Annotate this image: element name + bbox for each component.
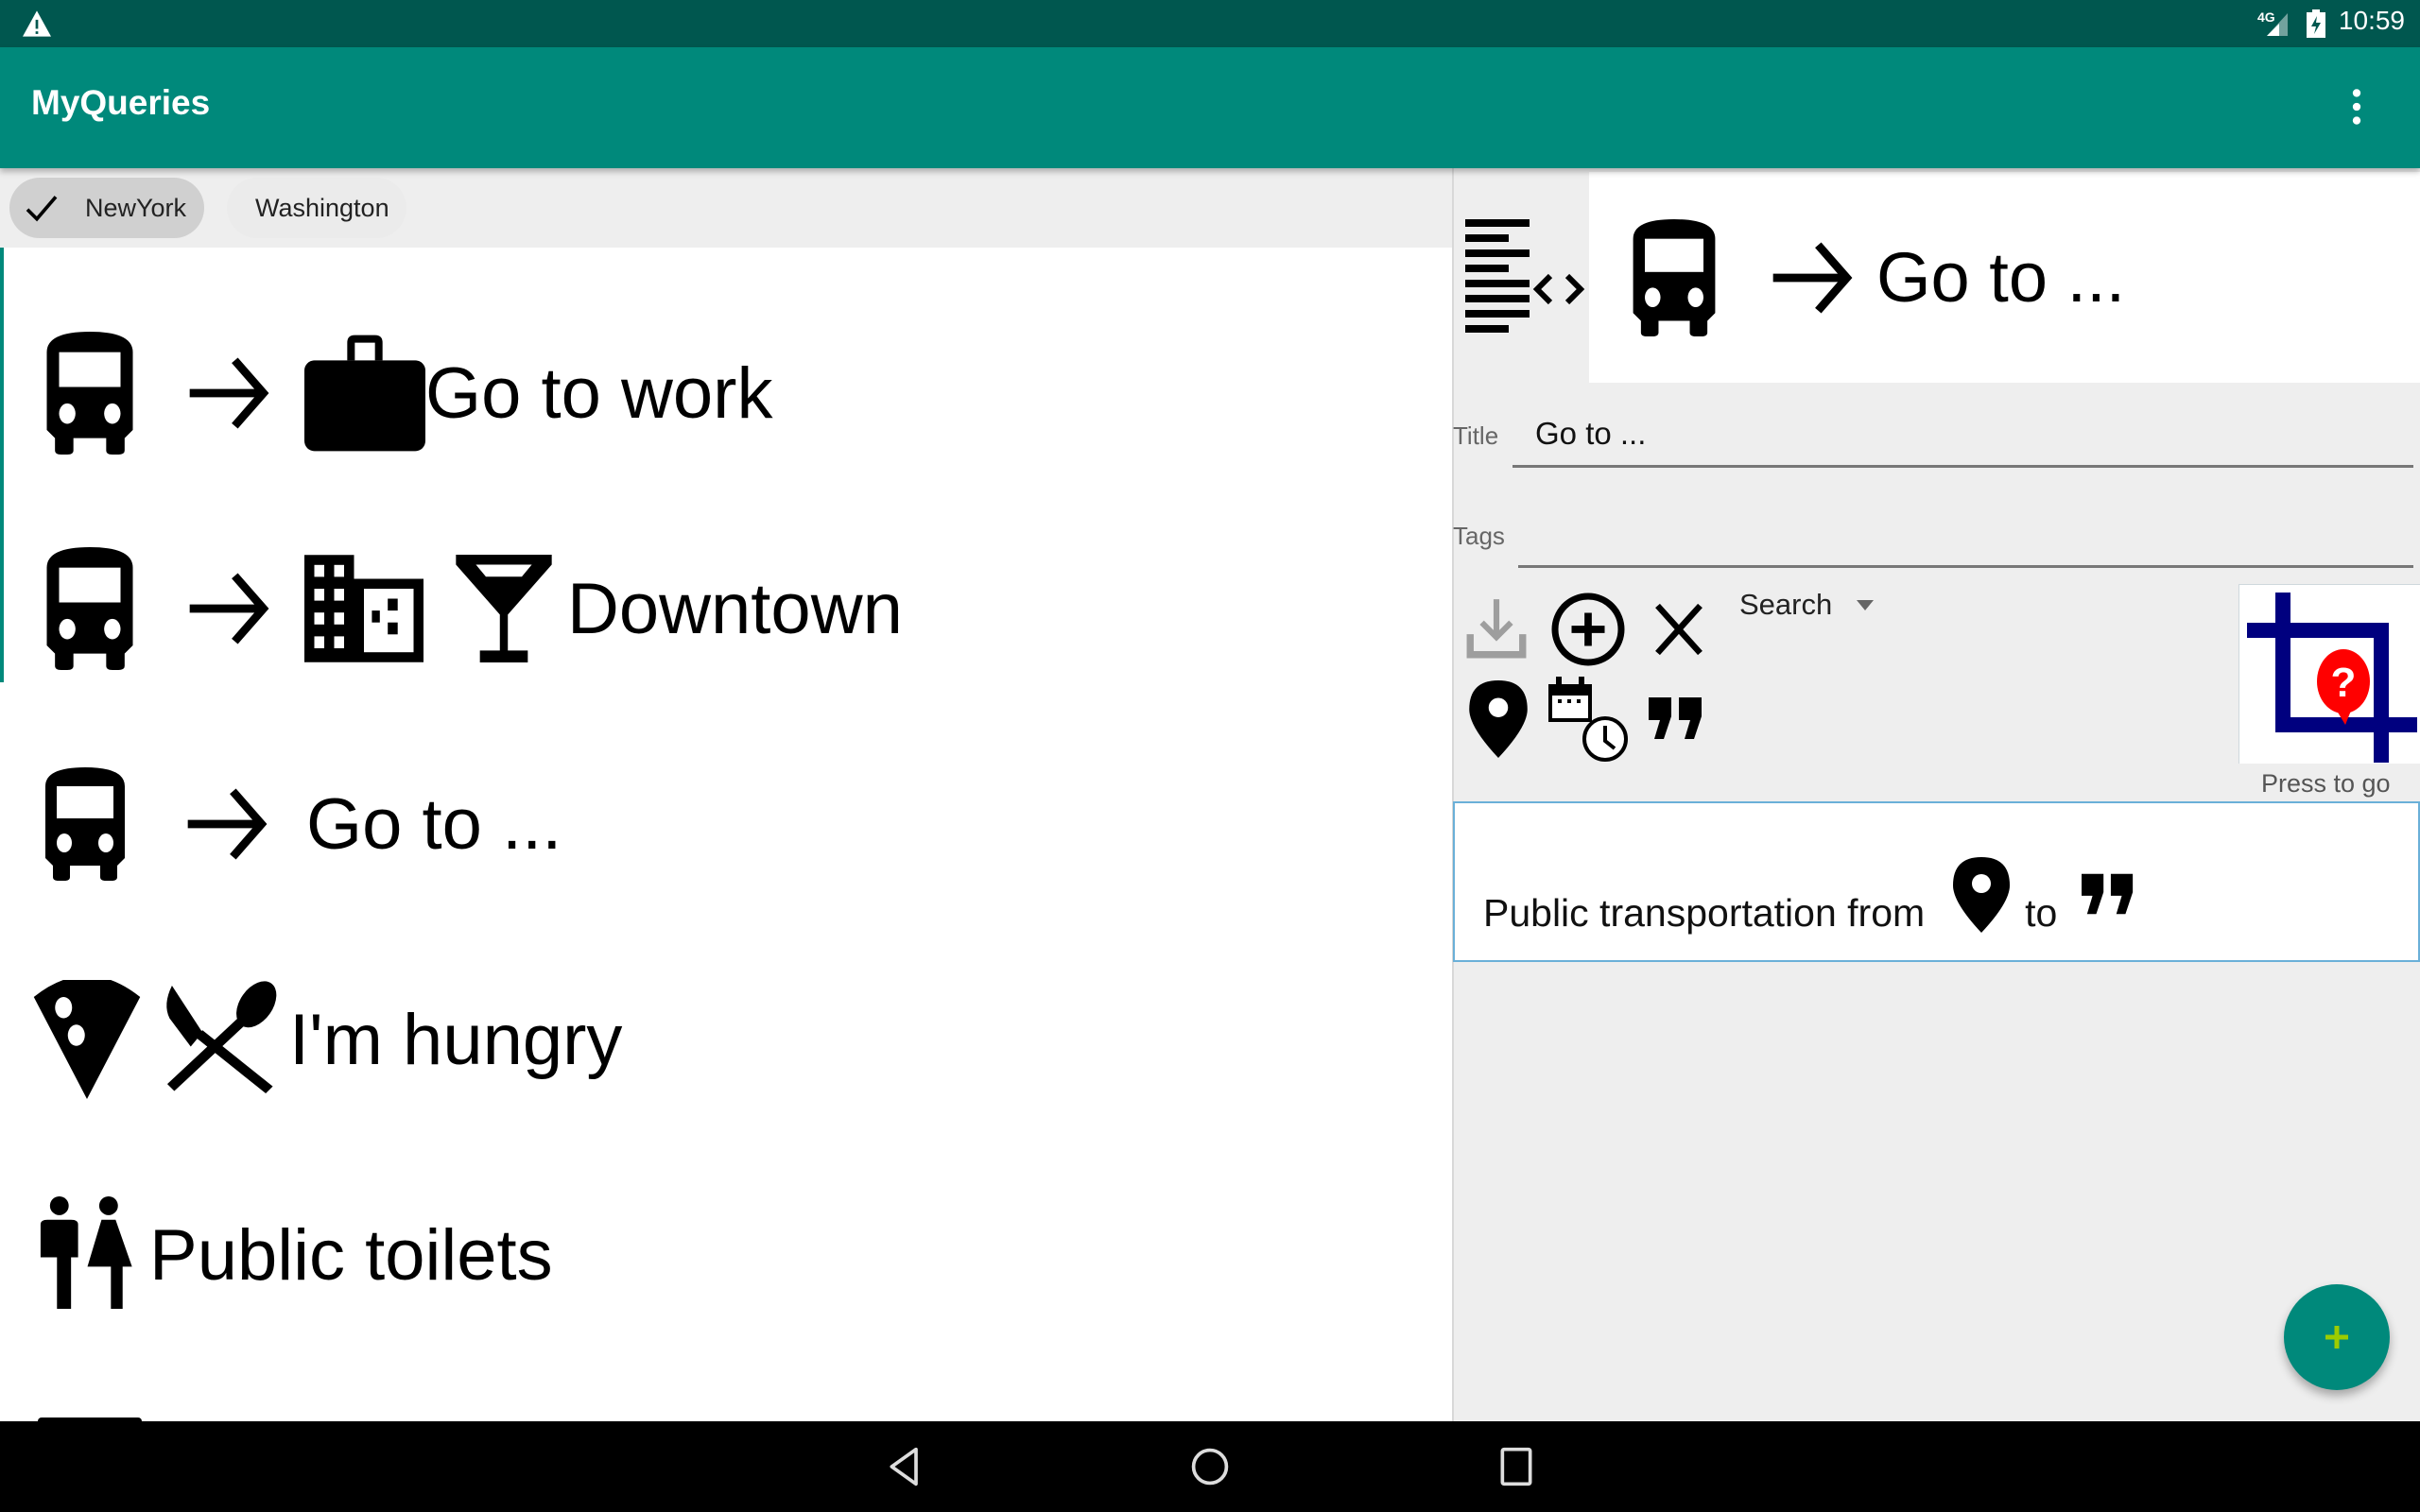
title-label: Title [1453, 421, 1499, 450]
image-button-caption: Press to go [2261, 769, 2391, 798]
query-item-go-to-work[interactable]: Go to work [0, 285, 1452, 501]
city-filter-chips: NewYork Washington [0, 168, 1452, 248]
tags-input[interactable] [1518, 510, 2413, 563]
result-text-before: Public transportation from [1483, 891, 1926, 935]
system-nav-bar [0, 1421, 2420, 1512]
query-title: Public toilets [149, 1214, 553, 1296]
go-image-button[interactable]: ? [2238, 584, 2420, 764]
more-vert-icon[interactable] [2333, 83, 2380, 130]
chip-washington[interactable]: Washington [227, 178, 406, 238]
pizza-slice-icon [33, 980, 141, 1099]
dropdown-arrow-icon [1857, 599, 1875, 610]
query-preview: Go to ... [1589, 172, 2420, 383]
title-input[interactable]: Go to ... [1535, 416, 1646, 452]
arrow-right-icon [187, 788, 268, 860]
city-buildings-icon [304, 555, 424, 662]
calendar-clock-icon[interactable] [1547, 677, 1634, 764]
query-item-toilets[interactable]: Public toilets [0, 1147, 1452, 1363]
signal-icon [2267, 13, 2288, 36]
arrow-right-icon [1772, 241, 1853, 314]
knife-spoon-icon [166, 981, 277, 1094]
quote-icon[interactable] [1649, 697, 1705, 739]
status-bar: 4G 10:59 [0, 0, 2420, 47]
title-input-underline [1512, 465, 2413, 468]
bus-icon [46, 332, 133, 455]
code-view-icon[interactable] [1461, 215, 1588, 336]
cocktail-icon [456, 555, 552, 662]
check-icon [26, 196, 58, 222]
query-item-hungry[interactable]: I'm hungry [0, 932, 1452, 1147]
tags-input-underline [1518, 565, 2413, 568]
home-icon[interactable] [1189, 1446, 1231, 1487]
quote-icon[interactable] [2082, 873, 2136, 915]
arrow-right-icon [189, 573, 269, 644]
plus-icon [2325, 1326, 2348, 1349]
warning-triangle-icon [23, 10, 51, 37]
crop-help-icon: ? [2247, 593, 2417, 763]
preview-title: Go to ... [1876, 238, 2126, 317]
back-icon[interactable] [885, 1446, 926, 1487]
selection-indicator [0, 248, 4, 682]
briefcase-icon [304, 335, 425, 452]
query-title: Downtown [567, 568, 903, 649]
add-circle-icon[interactable] [1548, 590, 1628, 669]
query-title: Go to work [425, 352, 773, 434]
dropdown-value: Search [1739, 588, 1833, 621]
clock: 10:59 [2338, 6, 2405, 35]
location-pin-icon[interactable] [1953, 856, 2011, 934]
chip-newyork[interactable]: NewYork [9, 178, 204, 238]
svg-text:?: ? [2331, 660, 2357, 706]
toilets-man-woman-icon [40, 1196, 132, 1310]
result-text-middle: to [2025, 891, 2058, 935]
arrow-right-icon [189, 357, 269, 429]
battery-charging-icon [2307, 9, 2325, 38]
app-bar [0, 47, 2420, 168]
add-query-fab[interactable] [2284, 1284, 2390, 1390]
close-icon[interactable] [1649, 601, 1709, 658]
query-item-downtown[interactable]: Downtown [0, 501, 1452, 716]
app-title: MyQueries [31, 83, 211, 122]
query-title: I'm hungry [289, 999, 623, 1080]
download-icon[interactable] [1461, 593, 1531, 663]
query-result-sentence: Public transportation from to [1453, 801, 2420, 962]
query-list: Go to work Downtown Go to ... I'm hungry… [0, 248, 1452, 1421]
bus-icon [45, 767, 125, 881]
chip-label: NewYork [85, 193, 187, 222]
query-item-go-to[interactable]: Go to ... [0, 716, 1452, 932]
location-pin-icon[interactable] [1469, 680, 1528, 758]
search-type-dropdown[interactable]: Search [1739, 588, 1875, 622]
chip-label: Washington [255, 193, 389, 222]
bus-icon [1633, 218, 1716, 336]
query-title: Go to ... [306, 783, 562, 865]
recents-icon[interactable] [1497, 1446, 1535, 1487]
bus-icon [46, 547, 133, 670]
tags-label: Tags [1453, 522, 1505, 550]
